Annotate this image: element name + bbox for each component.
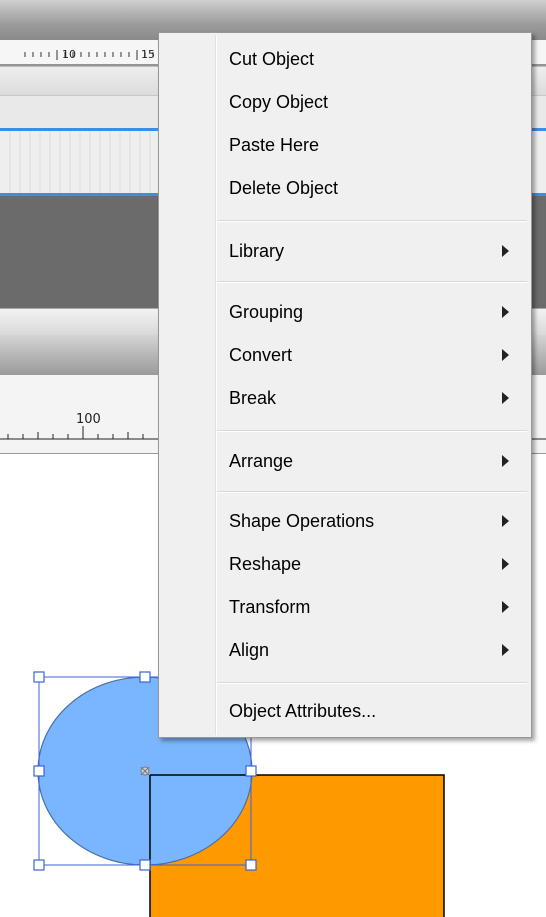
menu-item-label: Cut Object xyxy=(229,49,315,69)
submenu-arrow-icon xyxy=(502,392,509,404)
menu-item-label: Object Attributes... xyxy=(229,701,377,721)
menu-item-label: Convert xyxy=(229,345,293,365)
menu-item-break[interactable]: Break xyxy=(161,377,529,419)
submenu-arrow-icon xyxy=(502,644,509,656)
resize-handle[interactable] xyxy=(245,765,257,777)
submenu-arrow-icon xyxy=(502,558,509,570)
submenu-arrow-icon xyxy=(502,306,509,318)
menu-item-shape-operations[interactable]: Shape Operations xyxy=(161,500,529,542)
menu-separator xyxy=(217,491,527,493)
resize-handle[interactable] xyxy=(33,671,45,683)
submenu-arrow-icon xyxy=(502,455,509,467)
center-point-icon[interactable] xyxy=(140,766,150,776)
resize-handle[interactable] xyxy=(33,859,45,871)
menu-item-align[interactable]: Align xyxy=(161,629,529,671)
menu-item-label: Grouping xyxy=(229,302,304,322)
context-menu: Cut Object Copy Object Paste Here Delete… xyxy=(158,32,532,738)
menu-item-label: Shape Operations xyxy=(229,511,375,531)
menu-item-label: Reshape xyxy=(229,554,302,574)
ruler-label-100: 100 xyxy=(76,412,101,427)
submenu-arrow-icon xyxy=(502,245,509,257)
menu-item-label: Library xyxy=(229,241,285,261)
menu-item-library[interactable]: Library xyxy=(161,230,529,272)
menu-separator xyxy=(217,281,527,283)
ruler-label-10: 10 xyxy=(62,48,76,61)
resize-handle[interactable] xyxy=(33,765,45,777)
menu-item-label: Break xyxy=(229,388,277,408)
menu-item-label: Arrange xyxy=(229,451,294,471)
ruler-label-15: 15 xyxy=(141,48,155,61)
menu-separator xyxy=(217,220,527,222)
menu-item-reshape[interactable]: Reshape xyxy=(161,543,529,585)
menu-item-cut-object[interactable]: Cut Object xyxy=(161,38,529,80)
menu-item-delete-object[interactable]: Delete Object xyxy=(161,167,529,209)
resize-handle[interactable] xyxy=(139,671,151,683)
submenu-arrow-icon xyxy=(502,601,509,613)
menu-item-grouping[interactable]: Grouping xyxy=(161,291,529,333)
menu-item-label: Align xyxy=(229,640,270,660)
menu-item-label: Transform xyxy=(229,597,311,617)
menu-item-object-attributes[interactable]: Object Attributes... xyxy=(161,690,529,732)
menu-separator xyxy=(217,682,527,684)
menu-item-convert[interactable]: Convert xyxy=(161,334,529,376)
menu-item-paste-here[interactable]: Paste Here xyxy=(161,124,529,166)
menu-item-label: Copy Object xyxy=(229,92,329,112)
menu-item-copy-object[interactable]: Copy Object xyxy=(161,81,529,123)
menu-item-label: Delete Object xyxy=(229,178,339,198)
menu-item-transform[interactable]: Transform xyxy=(161,586,529,628)
submenu-arrow-icon xyxy=(502,349,509,361)
resize-handle[interactable] xyxy=(245,859,257,871)
menu-item-label: Paste Here xyxy=(229,135,320,155)
menu-separator xyxy=(217,430,527,432)
submenu-arrow-icon xyxy=(502,515,509,527)
menu-item-arrange[interactable]: Arrange xyxy=(161,440,529,482)
resize-handle[interactable] xyxy=(139,859,151,871)
